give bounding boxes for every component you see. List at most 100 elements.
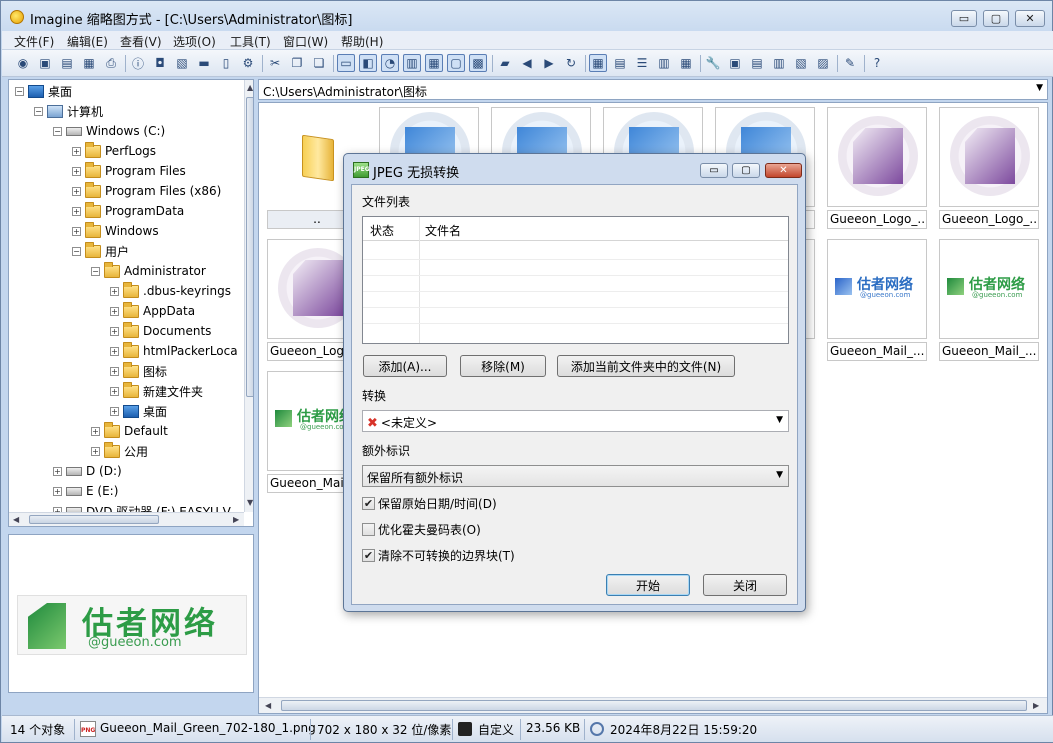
- expand-icon[interactable]: +: [110, 306, 119, 316]
- export-icon[interactable]: ▥: [770, 54, 788, 72]
- picture-icon[interactable]: ▩: [469, 54, 487, 72]
- film-icon[interactable]: ▭: [337, 54, 355, 72]
- dropdown-arrow-icon[interactable]: ▼: [776, 470, 783, 480]
- col-filename[interactable]: 文件名: [425, 222, 461, 239]
- trim-checkbox-row[interactable]: ✔ 清除不可转换的边界块(T): [362, 547, 515, 563]
- tree-item[interactable]: + Documents: [110, 321, 211, 341]
- save-icon[interactable]: ▦: [80, 54, 98, 72]
- help-icon[interactable]: ?: [868, 54, 886, 72]
- scan-icon[interactable]: ▬: [195, 54, 213, 72]
- scroll-right-icon[interactable]: ▶: [233, 515, 239, 524]
- thumbnail-hscrollbar[interactable]: ◀ ▶: [259, 697, 1047, 713]
- menu-file[interactable]: 文件(F): [14, 33, 54, 50]
- keep-date-checkbox[interactable]: ✔: [362, 496, 375, 510]
- list-view-icon[interactable]: ☰: [633, 54, 651, 72]
- eye-icon[interactable]: ◉: [14, 54, 32, 72]
- refresh-icon[interactable]: ↻: [562, 54, 580, 72]
- collapse-icon[interactable]: −: [53, 126, 62, 136]
- effects-icon[interactable]: ▧: [792, 54, 810, 72]
- menu-window[interactable]: 窗口(W): [283, 33, 328, 50]
- plugin-icon[interactable]: ▨: [814, 54, 832, 72]
- add-button[interactable]: 添加(A)...: [363, 355, 447, 377]
- tree-item[interactable]: + Windows: [72, 221, 159, 241]
- view-icon[interactable]: ▣: [36, 54, 54, 72]
- scroll-left-icon[interactable]: ◀: [13, 515, 19, 524]
- tree-item[interactable]: + Program Files: [72, 161, 186, 181]
- extra-select[interactable]: 保留所有额外标识 ▼: [362, 465, 789, 487]
- expand-icon[interactable]: +: [91, 426, 100, 436]
- expand-icon[interactable]: +: [110, 406, 119, 416]
- expand-icon[interactable]: +: [91, 446, 100, 456]
- timer-icon[interactable]: ◔: [381, 54, 399, 72]
- filter-icon[interactable]: ▥: [403, 54, 421, 72]
- col-status[interactable]: 状态: [370, 222, 394, 239]
- detail-view-icon[interactable]: ▥: [655, 54, 673, 72]
- tree-item[interactable]: + htmlPackerLoca: [110, 341, 238, 361]
- tree-item[interactable]: + 桌面: [110, 401, 167, 421]
- thumbnail-image[interactable]: 估者网络 @gueeon.com: [827, 239, 927, 339]
- menu-help[interactable]: 帮助(H): [341, 33, 383, 50]
- paste-icon[interactable]: ❏: [310, 54, 328, 72]
- remove-button[interactable]: 移除(M): [460, 355, 546, 377]
- thumbnail-hscroll-thumb[interactable]: [281, 700, 1027, 711]
- scroll-down-icon[interactable]: ▼: [247, 498, 253, 507]
- thumb-view-icon[interactable]: ▦: [589, 54, 607, 72]
- tree-item[interactable]: − 计算机: [34, 101, 103, 121]
- thumbnail-label[interactable]: Gueeon_Logo_...: [827, 210, 927, 229]
- expand-icon[interactable]: +: [110, 326, 119, 336]
- expand-icon[interactable]: +: [72, 206, 81, 216]
- tree-item[interactable]: + Default: [91, 421, 168, 441]
- thumbnail-image[interactable]: 估者网络 @gueeon.com: [939, 239, 1039, 339]
- tree-item[interactable]: + PerfLogs: [72, 141, 156, 161]
- collapse-icon[interactable]: −: [15, 86, 24, 96]
- back-arrow-icon[interactable]: ◀: [518, 54, 536, 72]
- expand-icon[interactable]: +: [110, 386, 119, 396]
- dialog-maximize-button[interactable]: ▢: [732, 163, 760, 178]
- expand-icon[interactable]: +: [72, 226, 81, 236]
- tree-item[interactable]: − 桌面: [15, 81, 72, 101]
- tree-hscroll-thumb[interactable]: [29, 515, 159, 524]
- report-view-icon[interactable]: ▦: [677, 54, 695, 72]
- delete-icon[interactable]: ▯: [217, 54, 235, 72]
- collapse-icon[interactable]: −: [91, 266, 100, 276]
- dropdown-arrow-icon[interactable]: ▼: [776, 415, 783, 425]
- edit-icon[interactable]: ✎: [841, 54, 859, 72]
- thumbnail-image[interactable]: [939, 107, 1039, 207]
- thumbnail-label[interactable]: Gueeon_Mail_...: [827, 342, 927, 361]
- expand-icon[interactable]: +: [72, 146, 81, 156]
- trim-checkbox[interactable]: ✔: [362, 548, 375, 562]
- tree-item[interactable]: − Windows (C:): [53, 121, 165, 141]
- expand-icon[interactable]: +: [53, 486, 62, 496]
- browse-folder-icon[interactable]: ▰: [496, 54, 514, 72]
- thumbnail-label[interactable]: Gueeon_Logo_...: [939, 210, 1039, 229]
- tree-horizontal-scrollbar[interactable]: ◀ ▶: [9, 512, 244, 526]
- thumbnail-image[interactable]: [827, 107, 927, 207]
- add-folder-files-button[interactable]: 添加当前文件夹中的文件(N): [557, 355, 735, 377]
- dialog-title-bar[interactable]: JPEG JPEG 无损转换 ▭ ▢ ✕: [344, 154, 805, 184]
- forward-arrow-icon[interactable]: ▶: [540, 54, 558, 72]
- menu-tools[interactable]: 工具(T): [230, 33, 271, 50]
- tree-item[interactable]: + Program Files (x86): [72, 181, 221, 201]
- info-icon[interactable]: ⓘ: [129, 54, 147, 72]
- optimize-checkbox[interactable]: [362, 522, 375, 536]
- expand-icon[interactable]: +: [72, 166, 81, 176]
- tree-vertical-scrollbar[interactable]: ▲ ▼: [244, 80, 253, 512]
- dropdown-arrow-icon[interactable]: ▼: [1036, 83, 1043, 93]
- optimize-checkbox-row[interactable]: 优化霍夫曼码表(O): [362, 521, 481, 537]
- cut-icon[interactable]: ✂: [266, 54, 284, 72]
- tree-item[interactable]: + AppData: [110, 301, 195, 321]
- batch-icon[interactable]: ▣: [726, 54, 744, 72]
- tree-item[interactable]: + E (E:): [53, 481, 118, 501]
- tree-item[interactable]: + 新建文件夹: [110, 381, 203, 401]
- expand-icon[interactable]: +: [110, 366, 119, 376]
- copy-icon[interactable]: ❐: [288, 54, 306, 72]
- tree-item[interactable]: + 图标: [110, 361, 167, 381]
- collapse-icon[interactable]: −: [34, 106, 43, 116]
- minimize-button[interactable]: ▭: [951, 10, 977, 27]
- tree-item[interactable]: − Administrator: [91, 261, 206, 281]
- open-folder-icon[interactable]: ▤: [58, 54, 76, 72]
- tree-item[interactable]: + .dbus-keyrings: [110, 281, 231, 301]
- keep-date-checkbox-row[interactable]: ✔ 保留原始日期/时间(D): [362, 495, 497, 511]
- settings-icon[interactable]: ⚙: [239, 54, 257, 72]
- grid-icon[interactable]: ▦: [425, 54, 443, 72]
